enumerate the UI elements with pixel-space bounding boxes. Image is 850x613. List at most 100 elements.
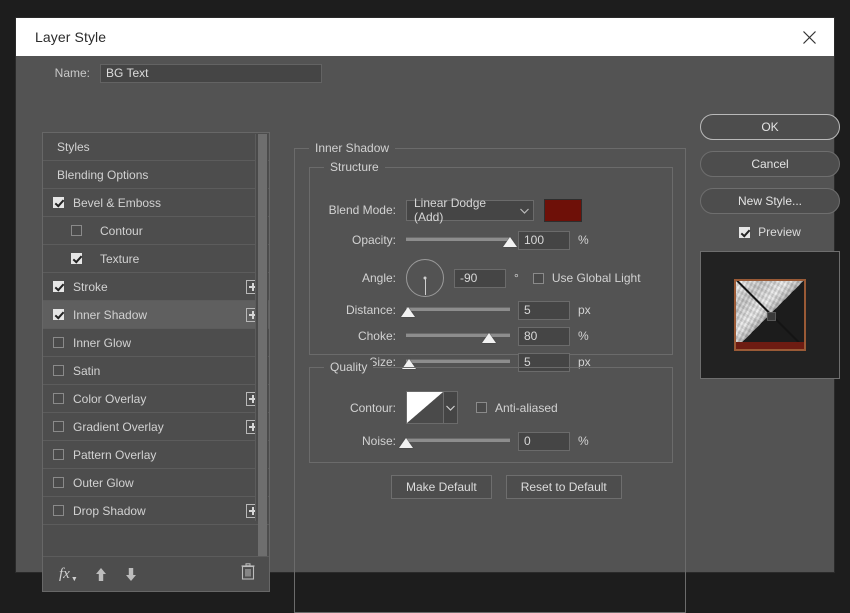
sidebar-item-label: Bevel & Emboss <box>73 195 162 210</box>
noise-slider[interactable] <box>399 433 510 449</box>
slider-track <box>406 438 510 442</box>
distance-row: Distance: px <box>310 300 672 320</box>
linear-contour-icon[interactable] <box>406 391 444 424</box>
slider-thumb[interactable] <box>503 237 517 247</box>
effects-list-scrollbar[interactable] <box>255 134 268 556</box>
make-default-button[interactable]: Make Default <box>391 475 492 499</box>
noise-label: Noise: <box>361 434 396 448</box>
sidebar-item-label: Satin <box>73 363 101 378</box>
sidebar-item-label: Drop Shadow <box>73 503 146 518</box>
angle-input[interactable] <box>454 268 506 288</box>
sidebar-item-contour[interactable]: Contour <box>43 217 269 245</box>
reset-to-default-button[interactable]: Reset to Default <box>505 475 622 499</box>
sidebar-item-outer-glow[interactable]: Outer Glow <box>43 469 269 497</box>
checkbox-box <box>52 365 64 376</box>
noise-unit: % <box>578 434 589 448</box>
angle-label: Angle: <box>361 271 396 285</box>
effects-list[interactable]: Styles Blending Options Bevel & Emboss Cont… <box>43 133 269 556</box>
sidebar-item-label: Color Overlay <box>73 391 147 406</box>
blend-mode-value: Linear Dodge (Add) <box>414 196 487 224</box>
arrow-down-icon[interactable] <box>124 567 138 582</box>
chevron-down-icon[interactable] <box>444 391 458 424</box>
sidebar-item-label: Inner Shadow <box>73 307 148 322</box>
effect-toggle-checkbox[interactable] <box>43 421 73 432</box>
distance-input[interactable] <box>518 300 570 320</box>
chevron-down-icon: ▼ <box>70 574 78 583</box>
noise-input[interactable] <box>518 431 570 451</box>
effect-toggle-checkbox[interactable] <box>43 309 73 320</box>
slider-thumb[interactable] <box>401 307 416 317</box>
sidebar-item-blending-options[interactable]: Blending Options <box>43 161 269 189</box>
sidebar-item-drop-shadow[interactable]: Drop Shadow <box>43 497 269 525</box>
sidebar-item-label: Outer Glow <box>73 475 134 490</box>
effect-toggle-checkbox[interactable] <box>43 477 73 488</box>
choke-label: Choke: <box>357 329 396 343</box>
checkbox-box <box>532 272 544 284</box>
opacity-input[interactable] <box>518 230 570 250</box>
trash-icon[interactable] <box>241 563 255 585</box>
effect-toggle-checkbox[interactable] <box>43 253 91 264</box>
chevron-down-icon <box>520 203 529 217</box>
choke-input[interactable] <box>518 326 570 346</box>
sidebar-item-satin[interactable]: Satin <box>43 357 269 385</box>
checkbox-box <box>71 253 82 264</box>
shadow-color-swatch[interactable] <box>544 198 582 222</box>
blend-mode-label: Blend Mode: <box>328 203 396 217</box>
opacity-slider[interactable] <box>406 232 517 248</box>
sidebar-item-color-overlay[interactable]: Color Overlay <box>43 385 269 413</box>
checkbox-box <box>52 393 64 404</box>
ok-button[interactable]: OK <box>700 114 840 140</box>
angle-unit: ° <box>514 271 519 285</box>
distance-slider[interactable] <box>401 302 510 318</box>
distance-label: Distance: <box>345 303 396 317</box>
use-global-light-checkbox[interactable]: Use Global Light <box>532 271 641 285</box>
slider-track <box>406 359 510 363</box>
layer-name-input[interactable] <box>100 63 322 83</box>
arrow-up-icon[interactable] <box>94 567 108 582</box>
choke-slider[interactable] <box>406 328 510 344</box>
quality-title: Quality <box>324 360 374 374</box>
name-label: Name: <box>54 66 90 80</box>
scrollbar-thumb[interactable] <box>258 134 267 556</box>
effect-toggle-checkbox[interactable] <box>43 225 91 236</box>
opacity-row: Opacity: % <box>310 230 672 250</box>
slider-thumb[interactable] <box>399 438 413 448</box>
cancel-button[interactable]: Cancel <box>700 151 840 177</box>
effect-toggle-checkbox[interactable] <box>43 449 73 460</box>
effect-toggle-checkbox[interactable] <box>43 337 73 348</box>
checkbox-box <box>52 281 64 292</box>
new-style-button[interactable]: New Style... <box>700 188 840 214</box>
effect-toggle-checkbox[interactable] <box>43 197 73 208</box>
sidebar-item-gradient-overlay[interactable]: Gradient Overlay <box>43 413 269 441</box>
sidebar-item-styles[interactable]: Styles <box>43 133 269 161</box>
sidebar-item-label: Stroke <box>73 279 108 294</box>
blend-mode-select[interactable]: Linear Dodge (Add) <box>406 196 534 224</box>
anti-aliased-checkbox[interactable]: Anti-aliased <box>476 401 558 415</box>
sidebar-item-stroke[interactable]: Stroke <box>43 273 269 301</box>
fx-icon[interactable]: fx ▼ <box>59 566 78 583</box>
effect-toggle-checkbox[interactable] <box>43 393 73 404</box>
slider-thumb[interactable] <box>482 333 497 343</box>
contour-picker[interactable] <box>406 391 458 424</box>
distance-unit: px <box>578 303 591 317</box>
angle-dial[interactable] <box>406 259 444 297</box>
effect-toggle-checkbox[interactable] <box>43 505 73 516</box>
effect-toggle-checkbox[interactable] <box>43 365 73 376</box>
checkbox-box <box>52 449 64 460</box>
style-preview-box <box>700 251 840 379</box>
effect-toggle-checkbox[interactable] <box>43 281 73 292</box>
preview-checkbox[interactable]: Preview <box>700 225 840 239</box>
style-preview-thumbnail <box>734 279 806 351</box>
sidebar-item-inner-glow[interactable]: Inner Glow <box>43 329 269 357</box>
sidebar-item-pattern-overlay[interactable]: Pattern Overlay <box>43 441 269 469</box>
checkbox-box <box>52 337 64 348</box>
sidebar-item-inner-shadow[interactable]: Inner Shadow <box>43 301 269 329</box>
close-icon[interactable] <box>794 22 824 52</box>
sidebar-item-texture[interactable]: Texture <box>43 245 269 273</box>
inner-shadow-panel: Inner Shadow Structure Blend Mode: Linea… <box>294 141 686 613</box>
angle-center-dot <box>423 276 427 280</box>
sidebar-item-bevel-emboss[interactable]: Bevel & Emboss <box>43 189 269 217</box>
checkbox-box <box>52 197 64 208</box>
structure-group: Structure Blend Mode: Linear Dodge (Add)… <box>309 160 673 372</box>
sidebar-item-label: Blending Options <box>57 167 149 182</box>
